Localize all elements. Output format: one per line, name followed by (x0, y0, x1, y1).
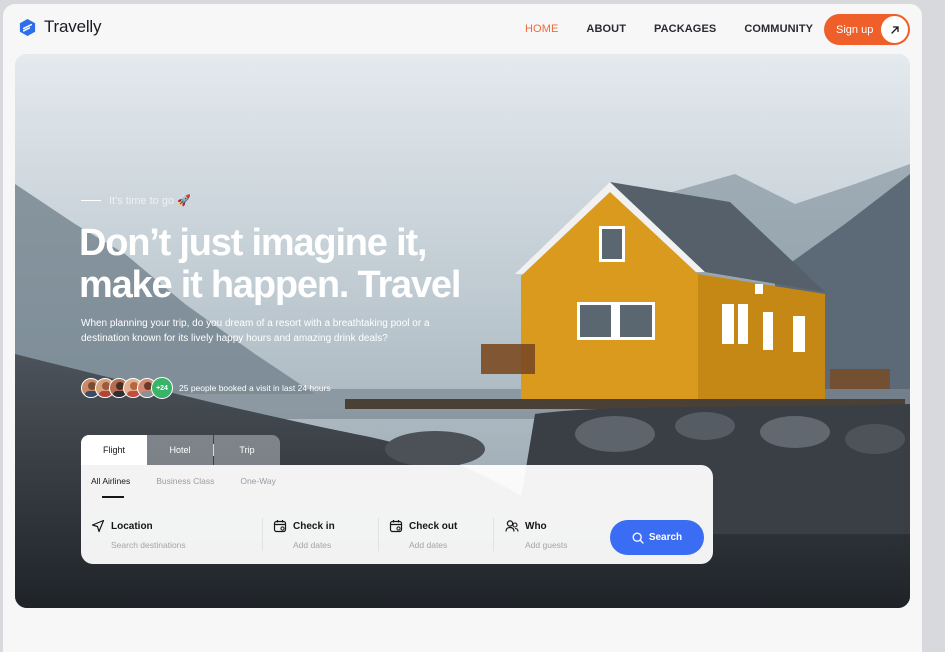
field-divider (378, 518, 379, 551)
subtab-one-way[interactable]: One-Way (240, 476, 276, 486)
calendar-icon (273, 520, 287, 533)
users-icon (505, 520, 519, 532)
page: Travelly HOME ABOUT PACKAGES COMMUNITY S… (3, 4, 922, 652)
airline-filter-tabs: All Airlines Business Class One-Way (91, 476, 302, 486)
social-proof: +24 25 people booked a visit in last 24 … (81, 377, 331, 399)
guests-field[interactable]: Who Add guests (505, 519, 568, 550)
location-field[interactable]: Location Search destinations (91, 519, 186, 550)
brand-logo[interactable]: Travelly (18, 17, 101, 37)
nav-link-home[interactable]: HOME (525, 23, 558, 35)
booking-tabs: Flight Hotel Trip (81, 435, 280, 465)
social-proof-text: 25 people booked a visit in last 24 hour… (179, 383, 331, 393)
guests-title: Who (525, 520, 547, 532)
nav-links: HOME ABOUT PACKAGES COMMUNITY (525, 23, 841, 35)
calendar-icon (389, 520, 403, 533)
nav-link-packages[interactable]: PACKAGES (654, 23, 716, 35)
nav-link-community[interactable]: COMMUNITY (744, 23, 813, 35)
headline-line-1: Don’t just imagine it, (79, 222, 427, 264)
navigation-arrow-icon (91, 519, 105, 533)
headline-line-2: make it happen. Travel (79, 264, 461, 306)
check-in-placeholder: Add dates (293, 540, 332, 550)
check-out-title: Check out (409, 520, 458, 532)
signup-label: Sign up (836, 23, 874, 36)
subtab-all-airlines[interactable]: All Airlines (91, 476, 130, 486)
subtab-business-class[interactable]: Business Class (156, 476, 214, 486)
arrow-up-right-icon (881, 16, 908, 43)
location-title: Location (111, 520, 153, 532)
check-out-placeholder: Add dates (409, 540, 448, 550)
field-divider (262, 518, 263, 551)
check-out-field[interactable]: Check out Add dates (389, 519, 457, 550)
active-subtab-underline (102, 496, 124, 498)
hero-eyebrow: It's time to go 🚀 (81, 194, 191, 207)
search-button[interactable]: Search (610, 520, 704, 555)
field-divider (493, 518, 494, 551)
tab-flight[interactable]: Flight (81, 435, 147, 465)
hero-headline: Don’t just imagine it, make it happen. T… (79, 222, 519, 306)
eyebrow-text: It's time to go 🚀 (109, 195, 191, 207)
guests-placeholder: Add guests (525, 540, 568, 550)
hero-subtext: When planning your trip, do you dream of… (81, 318, 430, 344)
logo-icon (19, 18, 36, 36)
search-label: Search (648, 532, 683, 543)
nav-link-about[interactable]: ABOUT (586, 23, 626, 35)
check-in-field[interactable]: Check in Add dates (273, 519, 335, 550)
tab-trip[interactable]: Trip (214, 435, 280, 465)
search-icon (632, 532, 644, 544)
top-nav: Travelly HOME ABOUT PACKAGES COMMUNITY S… (3, 4, 922, 54)
brand-name: Travelly (44, 17, 102, 36)
check-in-title: Check in (293, 520, 335, 532)
hero-section: It's time to go 🚀 Don’t just imagine it,… (15, 54, 910, 608)
location-placeholder: Search destinations (111, 540, 186, 550)
avatar-count-badge: +24 (151, 377, 173, 399)
tab-hotel[interactable]: Hotel (147, 435, 213, 465)
signup-button[interactable]: Sign up (824, 14, 910, 45)
eyebrow-line (81, 199, 101, 202)
booking-panel: All Airlines Business Class One-Way Loca… (81, 465, 713, 564)
